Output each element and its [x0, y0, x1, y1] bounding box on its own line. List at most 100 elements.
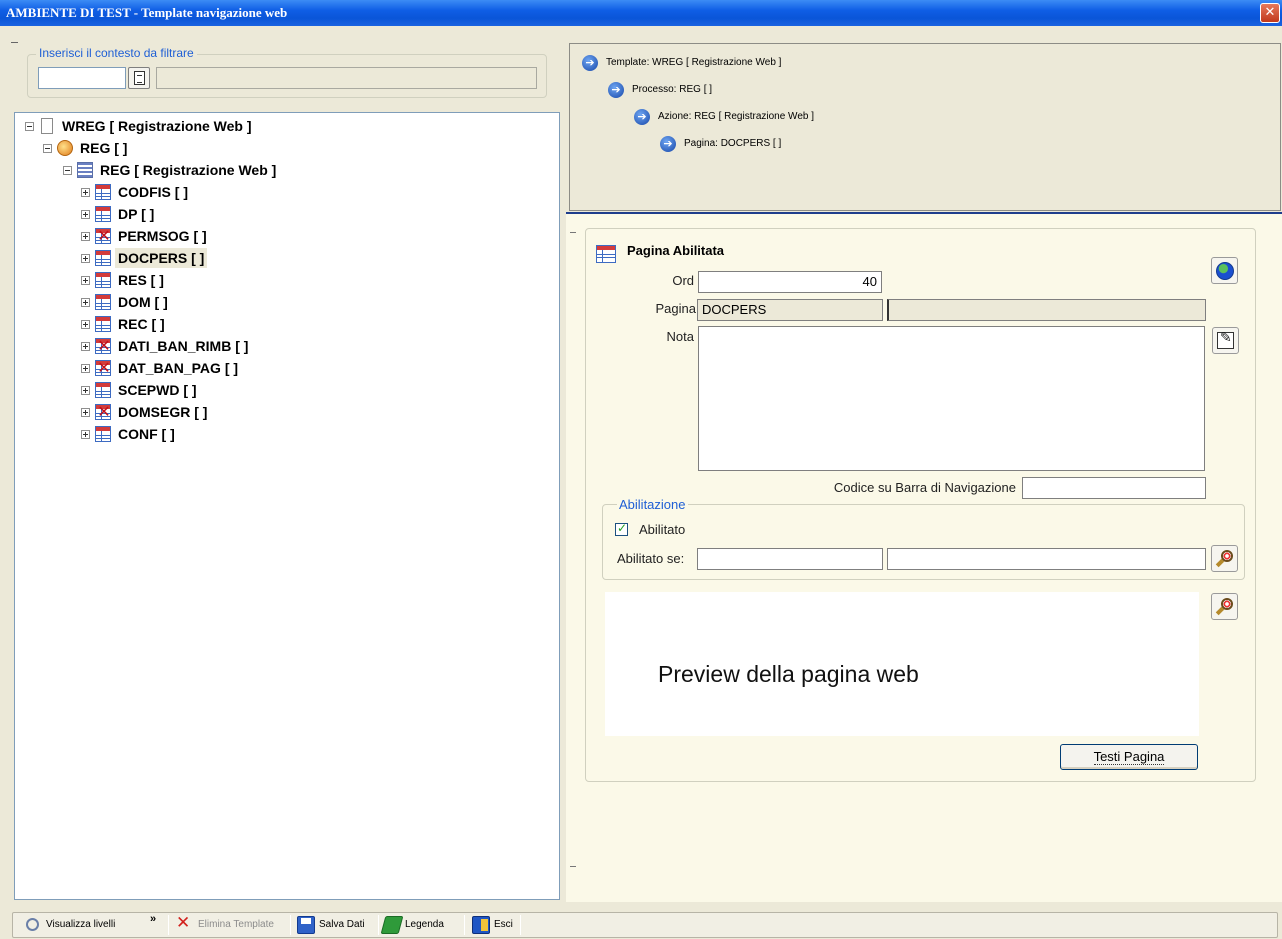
exit-icon — [472, 916, 490, 934]
arrow-right-icon: ➔ — [660, 136, 676, 152]
table-disabled-icon — [95, 336, 112, 356]
window-title-bar: AMBIENTE DI TEST - Template navigazione … — [0, 0, 1282, 26]
tree-node-label: DOCPERS [ ] — [115, 248, 208, 268]
web-preview-button[interactable] — [1211, 257, 1238, 284]
collapse-icon[interactable] — [25, 122, 34, 131]
elimina-template-button[interactable]: Elimina Template — [176, 911, 286, 937]
page-table-icon — [596, 245, 616, 263]
visualizza-livelli-button[interactable]: Visualizza livelli — [24, 913, 144, 937]
toolbar-separator — [168, 915, 169, 935]
table-icon — [95, 184, 111, 200]
filter-legend: Inserisci il contesto da filtrare — [36, 46, 197, 60]
nota-textarea[interactable] — [698, 326, 1205, 471]
condition-lookup-button[interactable] — [1211, 545, 1238, 572]
search-icon — [26, 918, 39, 931]
preview-zoom-button[interactable] — [1211, 593, 1238, 620]
expand-icon[interactable] — [81, 430, 90, 439]
abilitato-label: Abilitato — [639, 522, 686, 537]
arrow-right-icon: ➔ — [608, 82, 624, 98]
legenda-button[interactable]: Legenda — [380, 913, 461, 937]
pagina-field[interactable]: DOCPERS — [697, 299, 883, 321]
table-disabled-icon — [95, 226, 112, 246]
book-icon — [380, 916, 404, 934]
expand-icon[interactable] — [81, 408, 90, 417]
tree-node-label: SCEPWD [ ] — [118, 382, 197, 398]
abilitato-se-field[interactable] — [697, 548, 883, 570]
close-button[interactable]: ✕ — [1260, 3, 1280, 23]
breadcrumb-label: Pagina: DOCPERS [ ] — [684, 138, 782, 149]
ord-label: Ord — [672, 273, 694, 288]
expand-icon[interactable] — [81, 210, 90, 219]
expand-icon[interactable] — [81, 188, 90, 197]
save-icon — [297, 916, 315, 934]
expand-icon[interactable] — [81, 364, 90, 373]
navigation-tree[interactable]: WREG [ Registrazione Web ] REG [ ] REG [ R… — [14, 112, 560, 900]
salva-dati-label: Salva Dati — [319, 919, 365, 930]
edit-note-button[interactable] — [1212, 327, 1239, 354]
collapse-icon[interactable] — [63, 166, 72, 175]
abilitato-checkbox[interactable] — [615, 521, 628, 536]
pagina-label: Pagina — [655, 301, 696, 316]
tree-node-label: DATI_BAN_RIMB [ ] — [118, 338, 249, 354]
pagina-description-field[interactable] — [887, 299, 1206, 321]
toolbar-separator — [290, 915, 291, 935]
document-list-icon — [134, 71, 145, 85]
tree-node-label: REC [ ] — [118, 316, 165, 332]
collapse-handle-top[interactable] — [570, 232, 576, 233]
breadcrumb-panel: ➔ Template: WREG [ Registrazione Web ] ➔ Pr… — [569, 43, 1281, 211]
delete-icon — [176, 911, 194, 935]
document-icon — [41, 118, 53, 134]
tree-node-label: DP [ ] — [118, 206, 155, 222]
tree-node-label: DOM [ ] — [118, 294, 168, 310]
toolbar-separator — [520, 915, 521, 935]
table-icon — [95, 250, 111, 266]
visualizza-livelli-label: Visualizza livelli — [46, 919, 116, 930]
abilitazione-legend: Abilitazione — [617, 497, 688, 512]
testi-pagina-label: Testi Pagina — [1093, 749, 1165, 765]
tree-node-label: RES [ ] — [118, 272, 164, 288]
filter-input[interactable] — [38, 67, 126, 89]
nota-label: Nota — [666, 329, 694, 344]
filter-lookup-button[interactable] — [128, 67, 150, 89]
tree-node-label: WREG [ Registrazione Web ] — [62, 118, 252, 134]
tree-node-label: REG [ Registrazione Web ] — [100, 162, 277, 178]
breadcrumb-label: Template: WREG [ Registrazione Web ] — [606, 57, 782, 68]
esci-button[interactable]: Esci — [472, 913, 518, 937]
abilitato-se-description-field[interactable] — [887, 548, 1206, 570]
expand-icon[interactable] — [81, 342, 90, 351]
table-icon — [95, 382, 111, 398]
tree-node-label: CONF [ ] — [118, 426, 175, 442]
codice-label: Codice su Barra di Navigazione — [833, 480, 1016, 495]
tree-node-label: PERMSOG [ ] — [118, 228, 207, 244]
toolbar-separator — [378, 915, 379, 935]
expand-icon[interactable] — [81, 232, 90, 241]
expand-icon[interactable] — [81, 298, 90, 307]
table-icon — [95, 426, 111, 442]
ord-field[interactable]: 40 — [698, 271, 882, 293]
table-icon — [95, 272, 111, 288]
salva-dati-button[interactable]: Salva Dati — [297, 913, 375, 937]
overflow-chevron[interactable]: » — [150, 913, 156, 925]
collapse-handle[interactable] — [11, 42, 18, 43]
collapse-icon[interactable] — [43, 144, 52, 153]
expand-icon[interactable] — [81, 276, 90, 285]
expand-icon[interactable] — [81, 386, 90, 395]
table-icon — [95, 206, 111, 222]
expand-icon[interactable] — [81, 320, 90, 329]
expand-icon[interactable] — [81, 254, 90, 263]
table-icon — [95, 316, 111, 332]
preview-text: Preview della pagina web — [658, 661, 919, 687]
toolbar-separator — [464, 915, 465, 935]
globe-icon — [1216, 262, 1234, 280]
close-icon: ✕ — [1264, 5, 1276, 20]
elimina-template-label: Elimina Template — [198, 919, 274, 930]
tree-node-label: DAT_BAN_PAG [ ] — [118, 360, 239, 376]
legenda-label: Legenda — [405, 919, 444, 930]
edit-icon — [1217, 330, 1234, 349]
collapse-handle-bottom[interactable] — [570, 866, 576, 867]
tree-node-label: CODFIS [ ] — [118, 184, 188, 200]
filter-description-field — [156, 67, 537, 89]
testi-pagina-button[interactable]: Testi Pagina — [1060, 744, 1198, 770]
page-detail-title: Pagina Abilitata — [627, 243, 725, 258]
codice-field[interactable] — [1022, 477, 1206, 499]
